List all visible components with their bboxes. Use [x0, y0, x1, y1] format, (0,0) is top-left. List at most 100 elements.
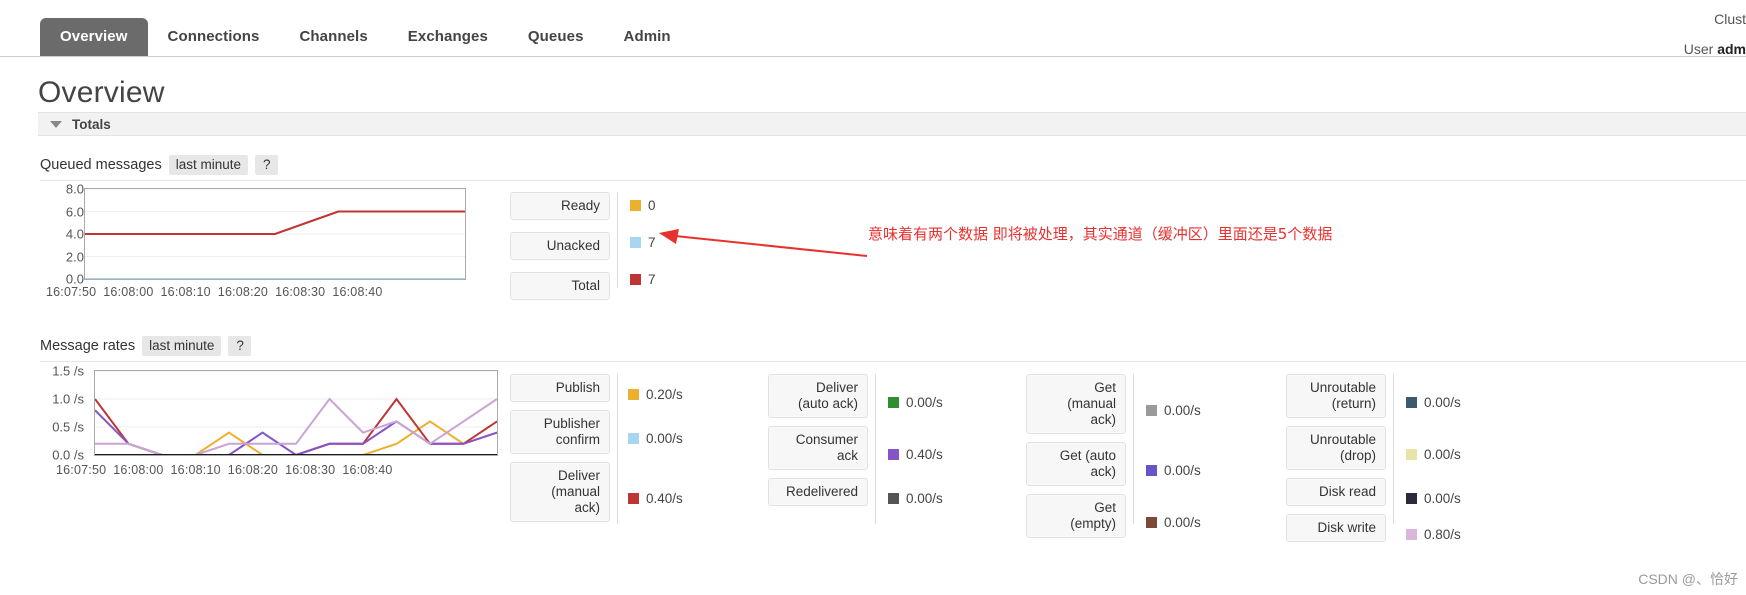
y-tick-label: 0.0 /s — [52, 447, 84, 463]
rates-legend-c3-unroutable-return[interactable]: Unroutable (return) — [1286, 374, 1386, 418]
queued-chart-svg — [85, 188, 465, 279]
rates-col3-values: 0.00/s 0.00/s 0.00/s 0.80/s — [1406, 380, 1461, 556]
legend-value-text: 0.40/s — [906, 446, 943, 462]
rates-help-button[interactable]: ? — [228, 336, 251, 356]
rates-legend-c3-disk-write[interactable]: Disk write — [1286, 514, 1386, 542]
message-rates-title: Message rates — [40, 338, 136, 354]
user-label: User — [1683, 41, 1714, 57]
y-tick-label: 4.0 — [65, 226, 84, 242]
legend-value-row: 0.00/s — [888, 484, 943, 512]
series-line — [95, 410, 497, 455]
watermark-text: CSDN @、恰好 — [1638, 571, 1738, 587]
legend-value-text: 0.40/s — [646, 490, 683, 506]
rates-col2-values: 0.00/s 0.00/s 0.00/s — [1146, 380, 1201, 552]
legend-value-text: 0.20/s — [646, 386, 683, 402]
legend-color-swatch — [630, 237, 641, 248]
legend-value-row: 0.00/s — [1406, 380, 1461, 424]
queued-legend-total[interactable]: Total — [510, 272, 610, 300]
tab-queues[interactable]: Queues — [508, 18, 604, 56]
legend-value-row: 0.40/s — [888, 432, 943, 476]
legend-color-swatch — [888, 396, 899, 408]
x-tick-label: 16:07:50 — [46, 285, 97, 299]
queued-legend-ready[interactable]: Ready — [510, 192, 610, 220]
rates-legend-c1-consumer-ack[interactable]: Consumer ack — [768, 426, 868, 470]
x-tick-label: 16:08:00 — [113, 463, 164, 477]
legend-value-row: 0.20/s — [628, 380, 683, 408]
y-tick-label: 1.5 /s — [52, 363, 84, 379]
legend-value-row: 0.00/s — [1406, 432, 1461, 476]
x-tick-label: 16:08:30 — [285, 463, 336, 477]
totals-section-header[interactable]: Totals — [38, 112, 1746, 136]
rates-legend-c2-get-manual-ack[interactable]: Get (manual ack) — [1026, 374, 1126, 434]
legend-value-text: 0.00/s — [1164, 402, 1201, 418]
legend-value-row: 0.00/s — [628, 416, 683, 460]
legend-color-swatch — [1406, 396, 1417, 408]
queued-messages-title: Queued messages — [40, 157, 162, 173]
rates-legend-c1-redelivered[interactable]: Redelivered — [768, 478, 868, 506]
x-tick-label: 16:08:20 — [227, 463, 279, 477]
rates-col2-buttons: Get (manual ack) Get (auto ack) Get (empty) — [1026, 374, 1126, 546]
legend-value-row: 7 — [630, 235, 656, 250]
legend-value-text: 0.00/s — [1424, 490, 1461, 506]
legend-value-text: 0.00/s — [1424, 446, 1461, 462]
rates-legend-c2-get-auto-ack[interactable]: Get (auto ack) — [1026, 442, 1126, 486]
message-rates-chart: 1.5 /s 1.0 /s 0.5 /s 0.0 /s — [38, 364, 498, 470]
rates-legend-c0-publish[interactable]: Publish — [510, 374, 610, 402]
x-tick-label: 16:08:40 — [342, 463, 393, 477]
rates-col1-values: 0.00/s 0.40/s 0.00/s — [888, 380, 943, 520]
queued-legend-buttons: Ready Unacked Total — [510, 192, 610, 312]
legend-color-swatch — [888, 448, 899, 460]
queued-period-button[interactable]: last minute — [168, 155, 248, 175]
tab-overview[interactable]: Overview — [40, 18, 148, 56]
totals-label: Totals — [72, 116, 111, 132]
caret-down-icon — [50, 120, 62, 128]
rates-col1-buttons: Deliver (auto ack) Consumer ack Redelivered — [768, 374, 868, 514]
rates-period-button[interactable]: last minute — [142, 336, 222, 356]
rates-legend-c0-deliver-manual-ack[interactable]: Deliver (manual ack) — [510, 462, 610, 522]
rates-chart-plot-area — [94, 370, 498, 456]
legend-value-text: 0.00/s — [906, 490, 943, 506]
rates-legend-c2-get-empty[interactable]: Get (empty) — [1026, 494, 1126, 538]
rates-legend-c3-unroutable-drop[interactable]: Unroutable (drop) — [1286, 426, 1386, 470]
tab-exchanges[interactable]: Exchanges — [388, 18, 508, 56]
top-navbar: Overview Connections Channels Exchanges … — [0, 0, 1746, 57]
legend-color-swatch — [628, 492, 639, 504]
main-nav-tabs: Overview Connections Channels Exchanges … — [40, 18, 691, 56]
legend-value-text: 0 — [648, 198, 656, 213]
x-tick-label: 16:08:10 — [160, 285, 211, 299]
rates-col2-divider — [1133, 374, 1134, 524]
legend-value-text: 7 — [648, 272, 656, 287]
page-title: Overview — [38, 76, 165, 109]
queued-messages-header: Queued messages last minute ? — [40, 155, 1746, 181]
rates-legend-c0-publisher-confirm[interactable]: Publisher confirm — [510, 410, 610, 454]
queued-help-button[interactable]: ? — [255, 155, 278, 175]
tab-channels[interactable]: Channels — [279, 18, 387, 56]
legend-value-text: 0.80/s — [1424, 526, 1461, 542]
queued-legend-unacked[interactable]: Unacked — [510, 232, 610, 260]
message-rates-header: Message rates last minute ? — [40, 336, 1746, 362]
x-tick-label: 16:08:40 — [332, 285, 383, 299]
tab-admin[interactable]: Admin — [604, 18, 691, 56]
y-tick-label: 1.0 /s — [52, 391, 84, 407]
legend-value-text: 0.00/s — [1164, 462, 1201, 478]
legend-color-swatch — [1406, 528, 1417, 540]
x-tick-label: 16:08:30 — [275, 285, 326, 299]
x-tick-label: 16:07:50 — [56, 463, 107, 477]
legend-color-swatch — [1406, 448, 1417, 460]
x-tick-label: 16:08:10 — [170, 463, 221, 477]
x-tick-label: 16:08:00 — [103, 285, 154, 299]
rates-col1-divider — [875, 374, 876, 524]
series-line — [85, 212, 465, 235]
legend-value-row: 0.00/s — [1146, 448, 1201, 492]
legend-value-row: 7 — [630, 272, 656, 287]
legend-color-swatch — [888, 492, 899, 504]
legend-color-swatch — [1146, 404, 1157, 416]
tab-connections[interactable]: Connections — [148, 18, 280, 56]
cluster-user-info: Clust User adm — [1586, 4, 1746, 64]
legend-value-text: 0.00/s — [1164, 514, 1201, 530]
y-tick-label: 6.0 — [65, 204, 84, 219]
rates-legend-c1-deliver-auto-ack[interactable]: Deliver (auto ack) — [768, 374, 868, 418]
legend-color-swatch — [628, 388, 639, 400]
rates-legend-c3-disk-read[interactable]: Disk read — [1286, 478, 1386, 506]
user-info: User adm — [1586, 34, 1746, 64]
